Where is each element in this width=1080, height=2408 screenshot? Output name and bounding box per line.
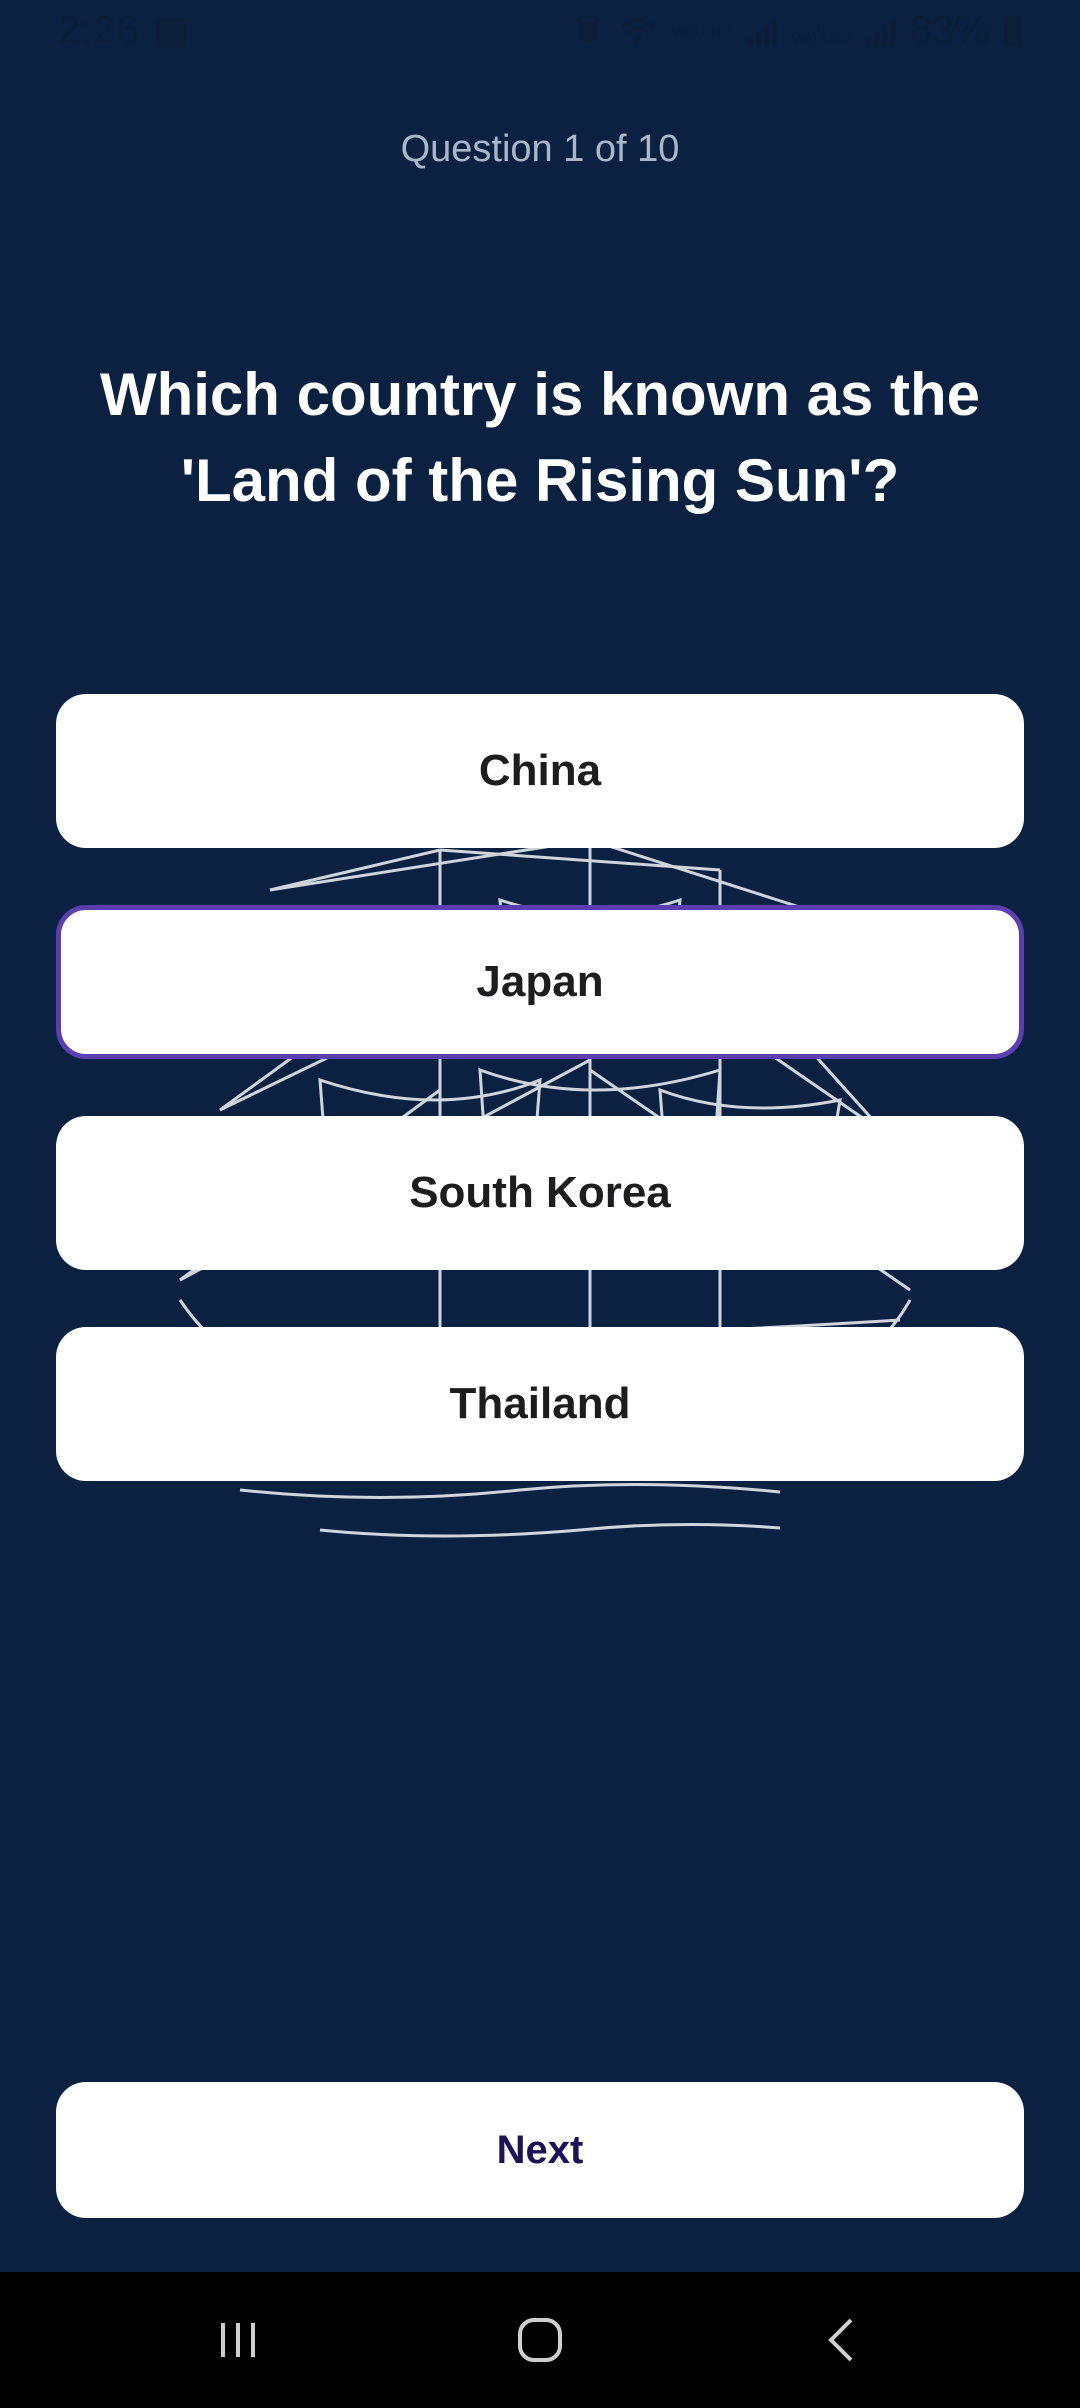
wifi-icon — [620, 18, 656, 44]
home-button[interactable] — [470, 2272, 610, 2408]
home-icon — [518, 2318, 562, 2362]
back-icon — [828, 2318, 853, 2362]
option-south-korea[interactable]: South Korea — [56, 1116, 1024, 1270]
status-bar: 2:26 Vo)) LTE1 R Vo)) LTE2 83% — [0, 0, 1080, 70]
signal-icon-2 — [866, 16, 896, 46]
recents-icon — [221, 2323, 255, 2357]
question-counter: Question 1 of 10 — [400, 128, 680, 170]
next-button[interactable]: Next — [56, 2082, 1024, 2218]
gallery-icon — [156, 18, 186, 48]
alarm-icon — [575, 17, 600, 43]
battery-icon — [1004, 15, 1022, 46]
network-2-roaming: R — [816, 15, 827, 32]
option-china[interactable]: China — [56, 694, 1024, 848]
back-button[interactable] — [772, 2272, 912, 2408]
battery-percent: 83% — [909, 8, 990, 52]
option-japan[interactable]: Japan — [56, 905, 1024, 1059]
network-2: R Vo)) LTE2 — [791, 17, 853, 45]
navigation-bar — [0, 2272, 1080, 2408]
network-1-label: Vo)) LTE1 — [671, 22, 734, 39]
signal-icon — [747, 16, 777, 46]
recents-button[interactable] — [168, 2272, 308, 2408]
option-thailand[interactable]: Thailand — [56, 1327, 1024, 1481]
network-1: Vo)) LTE1 — [672, 24, 734, 38]
status-icons: Vo)) LTE1 R Vo)) LTE2 83% — [572, 8, 1022, 53]
status-time: 2:26 — [58, 8, 140, 52]
question-text: Which country is known as the 'Land of t… — [99, 361, 981, 514]
network-2-label: Vo)) LTE2 — [790, 29, 853, 46]
